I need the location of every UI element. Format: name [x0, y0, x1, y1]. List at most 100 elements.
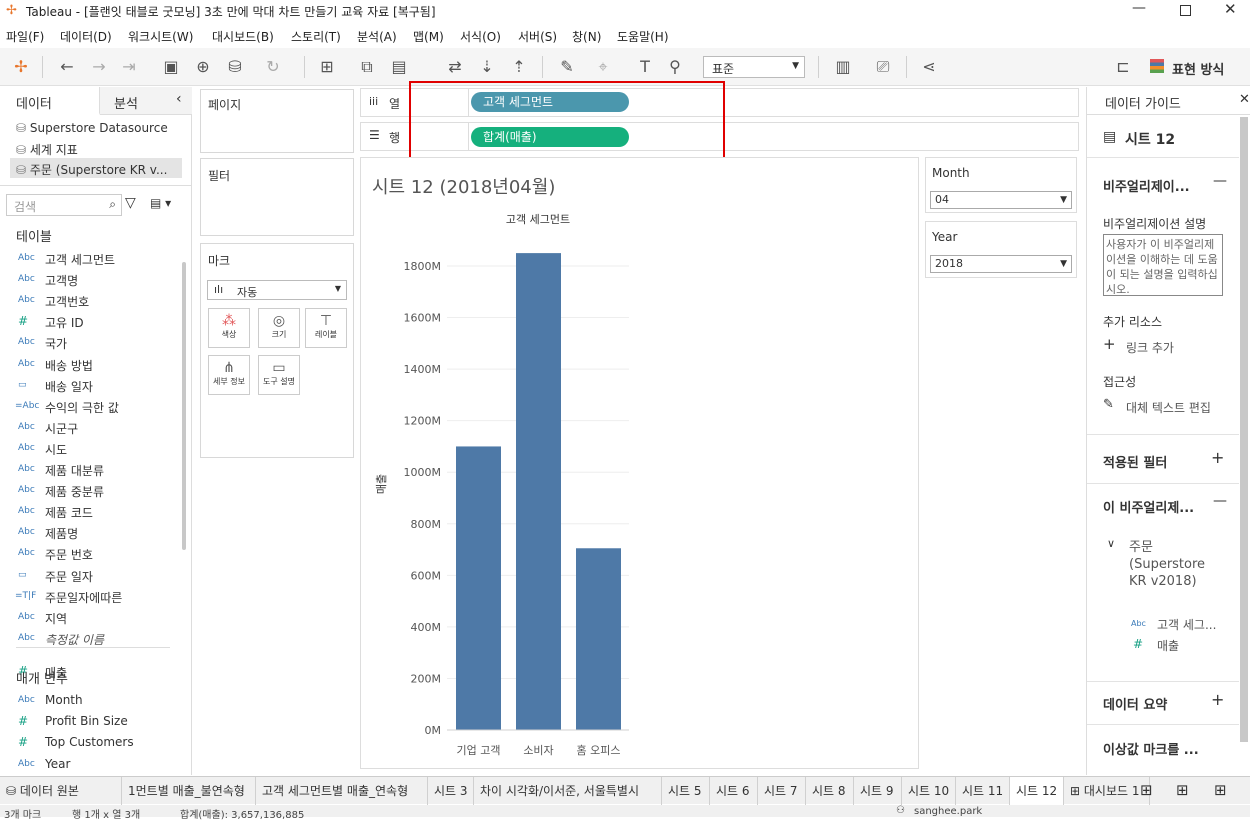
data-summary-title[interactable]: 데이터 요약: [1103, 694, 1167, 713]
pencil-icon[interactable]: ✎: [1103, 397, 1114, 412]
datasource-item[interactable]: ⛁ 세계 지표: [16, 141, 78, 158]
tab-sheet[interactable]: 시트 6: [710, 777, 758, 805]
new-worksheet-icon[interactable]: ⊞: [316, 56, 338, 78]
field-item[interactable]: Abc 국가: [0, 333, 190, 354]
sort-asc-icon[interactable]: ⇣: [476, 56, 498, 78]
plus-icon[interactable]: +: [1211, 690, 1224, 709]
share-icon[interactable]: ⋖: [918, 56, 940, 78]
field-item[interactable]: Abc 고객 세그먼트: [0, 249, 190, 270]
tab-analysis[interactable]: 분석 ‹: [100, 87, 192, 115]
mark-type-select[interactable]: ılı 자동 ▼: [207, 280, 347, 300]
alt-text-link[interactable]: 대체 텍스트 편집: [1126, 399, 1211, 416]
menu-worksheet[interactable]: 워크시트(W): [128, 28, 193, 45]
field-item[interactable]: =Abc 수익의 극한 값: [0, 397, 190, 418]
menu-help[interactable]: 도움말(H): [617, 28, 669, 45]
menu-dashboard[interactable]: 대시보드(B): [212, 28, 274, 45]
format-painter-icon[interactable]: ⊏: [1112, 56, 1134, 78]
plus-icon[interactable]: +: [1211, 448, 1224, 467]
datasource-item[interactable]: ⛁ Superstore Datasource: [16, 121, 168, 135]
datasource-icon[interactable]: ⛁: [224, 56, 246, 78]
tab-sheet[interactable]: 차이 시각화/이서준, 서울특별시: [474, 777, 662, 805]
duplicate-icon[interactable]: ⧉: [356, 56, 378, 78]
show-me-icon[interactable]: [1150, 59, 1164, 73]
scrollbar[interactable]: [1240, 117, 1248, 742]
outlier-title[interactable]: 이상값 마크를 ...: [1103, 739, 1199, 758]
maximize-icon[interactable]: [1180, 5, 1191, 16]
applied-filters-title[interactable]: 적용된 필터: [1103, 452, 1167, 471]
undo-icon[interactable]: ←: [56, 56, 78, 78]
collapse-icon[interactable]: —: [1213, 173, 1227, 189]
datasource-item[interactable]: ⛁ 주문 (Superstore KR v...: [16, 161, 167, 178]
menu-story[interactable]: 스토리(T): [291, 28, 341, 45]
year-filter-select[interactable]: 2018 ▼: [930, 255, 1072, 273]
field-item[interactable]: Abc 제품 중분류: [0, 481, 190, 502]
menu-format[interactable]: 서식(O): [460, 28, 501, 45]
tab-data[interactable]: 데이터: [0, 87, 100, 115]
field-item[interactable]: Abc 제품 코드: [0, 502, 190, 523]
field-item[interactable]: # 고유 ID: [0, 312, 190, 333]
field-item[interactable]: Abc 고객명: [0, 270, 190, 291]
minimize-icon[interactable]: —: [1132, 0, 1146, 16]
param-item[interactable]: Abc Month: [0, 691, 190, 712]
tab-sheet[interactable]: 1먼트별 매출_불연속형: [122, 777, 256, 805]
plus-icon[interactable]: +: [1103, 335, 1116, 353]
menu-analysis[interactable]: 분석(A): [357, 28, 397, 45]
field-item[interactable]: ▭ 주문 일자: [0, 566, 190, 587]
add-link[interactable]: 링크 추가: [1126, 339, 1174, 356]
this-viz-title[interactable]: 이 비주얼리제...: [1103, 497, 1194, 516]
fit-select[interactable]: 표준 ▼: [703, 56, 805, 78]
field-item[interactable]: =T|F 주문일자에따른: [0, 587, 190, 608]
field-item[interactable]: Abc 시도: [0, 439, 190, 460]
color-button[interactable]: ⁂ 색상: [208, 308, 250, 348]
tab-sheet[interactable]: 시트 3: [428, 777, 474, 805]
refresh-icon[interactable]: ↻: [262, 56, 284, 78]
highlight-icon[interactable]: ✎: [556, 56, 578, 78]
collapse-icon[interactable]: ‹: [176, 91, 182, 107]
chevron-down-icon[interactable]: ∨: [1107, 537, 1115, 550]
labels-icon[interactable]: T: [634, 56, 656, 78]
tab-sheet[interactable]: 시트 9: [854, 777, 902, 805]
search-input[interactable]: 검색 ⌕: [6, 194, 122, 216]
menu-file[interactable]: 파일(F): [6, 28, 44, 45]
new-story-tab-icon[interactable]: ⊞: [1214, 781, 1227, 799]
tab-sheet[interactable]: 시트 5: [662, 777, 710, 805]
field-item[interactable]: Abc 고객번호: [0, 291, 190, 312]
menu-map[interactable]: 맵(M): [413, 28, 444, 45]
field-item[interactable]: Abc 제품 대분류: [0, 460, 190, 481]
viz-desc-textarea[interactable]: 사용자가 이 비주얼리제이션을 이해하는 데 도움이 되는 설명을 입력하십시오…: [1103, 234, 1223, 296]
replay-icon[interactable]: ⇥: [118, 56, 140, 78]
menu-data[interactable]: 데이터(D): [60, 28, 112, 45]
new-dashboard-tab-icon[interactable]: ⊞: [1176, 781, 1189, 799]
menu-server[interactable]: 서버(S): [518, 28, 557, 45]
field-item[interactable]: Abc 주문 번호: [0, 544, 190, 565]
field-item[interactable]: Abc 제품명: [0, 523, 190, 544]
label-button[interactable]: ⊤ 레이블: [305, 308, 347, 348]
field-item[interactable]: Abc 지역: [0, 608, 190, 629]
collapse-icon[interactable]: —: [1213, 493, 1227, 509]
new-worksheet-tab-icon[interactable]: ⊞: [1140, 781, 1153, 799]
close-icon[interactable]: ✕: [1239, 92, 1250, 107]
show-cards-icon[interactable]: ▥: [832, 56, 854, 78]
filter-icon[interactable]: ▽: [125, 195, 136, 211]
bar[interactable]: [576, 548, 621, 730]
presentation-icon[interactable]: ⎚: [872, 56, 894, 78]
detail-button[interactable]: ⋔ 세부 정보: [208, 355, 250, 395]
tab-sheet[interactable]: 시트 10: [902, 777, 956, 805]
swap-icon[interactable]: ⇄: [444, 56, 466, 78]
field-item[interactable]: Abc 시군구: [0, 418, 190, 439]
param-item[interactable]: Abc Year: [0, 755, 190, 776]
clear-sheet-icon[interactable]: ▤: [388, 56, 410, 78]
sort-desc-icon[interactable]: ⇡: [508, 56, 530, 78]
param-item[interactable]: # Top Customers: [0, 733, 190, 754]
redo-icon[interactable]: →: [88, 56, 110, 78]
tab-datasource[interactable]: ⛁ 데이터 원본: [0, 777, 122, 805]
viz-section-title[interactable]: 비주얼리제이...: [1103, 176, 1190, 195]
group-icon[interactable]: ⌖: [592, 56, 614, 78]
new-datasource-icon[interactable]: ⊕: [192, 56, 214, 78]
tab-dashboard[interactable]: ⊞ 대시보드 1: [1064, 777, 1150, 805]
tableau-home-icon[interactable]: ✢: [10, 56, 32, 78]
tab-sheet[interactable]: 시트 12: [1010, 777, 1064, 805]
tab-sheet[interactable]: 시트 8: [806, 777, 854, 805]
tab-sheet[interactable]: 시트 11: [956, 777, 1010, 805]
scrollbar[interactable]: [182, 262, 186, 550]
